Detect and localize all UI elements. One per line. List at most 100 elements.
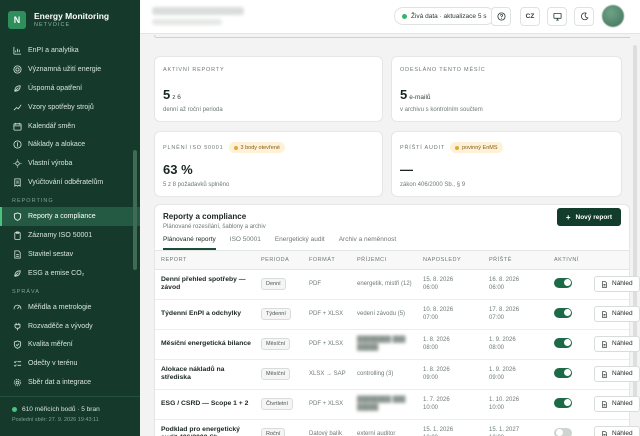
sidebar-scrollbar[interactable] — [133, 150, 137, 270]
sidebar-item-vzory-spotreby-stroju[interactable]: Vzory spotřeby strojů — [0, 98, 140, 117]
active-toggle[interactable] — [554, 367, 572, 378]
next-run-cell: 17. 8. 2026 07:00 — [483, 299, 548, 330]
plug-icon — [12, 321, 22, 331]
sidebar-item-label: Náklady a alokace — [28, 141, 86, 149]
period-cell: Čtvrtletní — [255, 389, 303, 420]
report-name: Podklad pro energetický audit 406/2000 S… — [155, 419, 255, 436]
sidebar-item-label: Vlastní výroba — [28, 160, 73, 168]
preview-button[interactable]: Náhled — [594, 366, 640, 382]
tab-energy-audit[interactable]: Energetický audit — [275, 234, 325, 250]
sidebar-item-vyznamna-uziti-energie[interactable]: Významná užití energie — [0, 60, 140, 79]
sidebar-item-label: EnPI a analytika — [28, 46, 79, 54]
sidebar-item-rozvadece-a-vyvody[interactable]: Rozvaděče a vývody — [0, 317, 140, 336]
sidebar-item-meridla-a-metrologie[interactable]: Měřidla a metrologie — [0, 298, 140, 317]
sidebar-item-vlastni-vyroba[interactable]: Vlastní výroba — [0, 154, 140, 173]
sidebar-item-kvalita-mereni[interactable]: Kvalita měření — [0, 335, 140, 354]
active-toggle[interactable] — [554, 337, 572, 348]
trend-icon — [12, 102, 22, 112]
table-row[interactable]: ESG / CSRD — Scope 1 + 2 Čtvrtletní PDF + … — [155, 389, 640, 420]
sidebar-item-label: Významná užití energie — [28, 65, 102, 73]
reports-table: REPORT PERIODA FORMÁT PŘÍJEMCI NAPOSLEDY PŘÍŠ… — [155, 251, 640, 436]
period-badge: Roční — [261, 428, 286, 436]
period-cell: Měsíční — [255, 359, 303, 390]
active-toggle[interactable] — [554, 307, 572, 318]
recipients-cell: externí auditor — [351, 419, 417, 436]
next-run-cell: 16. 8. 2026 06:00 — [483, 269, 548, 300]
document-icon — [602, 340, 607, 348]
coin-icon — [12, 140, 22, 150]
active-toggle[interactable] — [554, 397, 572, 408]
sidebar-item-label: Kvalita měření — [28, 341, 73, 349]
page-subtitle-redacted — [152, 19, 222, 25]
sidebar-item-stavitel-sestav[interactable]: Stavitel sestav — [0, 245, 140, 264]
reports-panel: Reporty a compliance Plánované rozesílán… — [154, 204, 640, 436]
tab-archive[interactable]: Archiv a neměnnost — [339, 234, 396, 250]
preview-button[interactable]: Náhled — [594, 276, 640, 292]
table-row[interactable]: Týdenní EnPI a odchylky Týdenní PDF + XLSX… — [155, 299, 640, 330]
sidebar-item-label: Odečty v terénu — [28, 360, 78, 368]
live-dot-icon — [402, 13, 407, 19]
sidebar-item-naklady-a-alokace[interactable]: Náklady a alokace — [0, 135, 140, 154]
sidebar-item-zaznamy-iso-50001[interactable]: Záznamy ISO 50001 — [0, 226, 140, 245]
table-row[interactable]: Denní přehled spotřeby — závod Denní PDF en… — [155, 269, 640, 300]
preview-button[interactable]: Náhled — [594, 396, 640, 412]
format-cell: PDF + XLSX — [303, 299, 351, 330]
sidebar-item-sber-dat-a-integrace[interactable]: Sběr dat a integrace — [0, 373, 140, 392]
sidebar-item-kalendar-smen[interactable]: Kalendář směn — [0, 117, 140, 136]
column-header — [588, 251, 629, 270]
display-button[interactable] — [547, 7, 567, 26]
app-logo: N — [8, 11, 26, 29]
last-run-cell: 15. 1. 202610:00 — [417, 419, 483, 436]
preview-cell: Náhled — [588, 269, 640, 300]
help-button[interactable] — [491, 7, 511, 26]
sidebar-item-label: Kalendář směn — [28, 122, 76, 130]
preview-cell: Náhled — [588, 389, 640, 420]
kpi-label: PLNĚNÍ ISO 50001 3 body otevřené — [163, 142, 285, 153]
preview-button[interactable]: Náhled — [594, 336, 640, 352]
document-icon — [602, 280, 607, 288]
brand[interactable]: N Energy Monitoring NETVOICE — [8, 11, 109, 29]
tab-iso-50001[interactable]: ISO 50001 — [230, 234, 261, 250]
active-toggle[interactable] — [554, 277, 572, 288]
report-name: ESG / CSRD — Scope 1 + 2 — [155, 389, 255, 420]
sidebar-item-label: Měřidla a metrologie — [28, 303, 92, 311]
sidebar-item-esg-a-emise-co[interactable]: ESG a emise CO₂ — [0, 264, 140, 283]
sidebar-item-reporty-a-compliance[interactable]: Reporty a compliance — [0, 207, 140, 227]
preview-button[interactable]: Náhled — [594, 306, 640, 322]
last-run-cell: 15. 8. 2026 06:00 — [417, 269, 483, 300]
preview-cell: Náhled — [588, 299, 640, 330]
user-avatar[interactable] — [602, 5, 624, 27]
live-data-indicator[interactable]: Živá data · aktualizace 5 s — [394, 7, 495, 25]
active-cell — [548, 419, 588, 436]
sidebar-item-usporna-opatreni[interactable]: Úsporná opatření — [0, 79, 140, 98]
document-icon — [602, 430, 607, 436]
period-badge: Čtvrtletní — [261, 398, 294, 410]
recipients-redacted: ████████ ███ █████ — [357, 337, 406, 351]
period-cell: Roční — [255, 419, 303, 436]
sidebar-item-enpi-a-analytika[interactable]: EnPI a analytika — [0, 41, 140, 60]
shield-icon — [12, 212, 22, 222]
table-row[interactable]: Měsíční energetická bilance Měsíční PDF + … — [155, 329, 640, 360]
status-dot — [12, 407, 17, 412]
language-button[interactable]: CZ — [520, 7, 540, 26]
kpi-note: denní až roční perioda — [163, 107, 223, 113]
sidebar-item-label: Vzory spotřeby strojů — [28, 103, 94, 111]
column-header: PERIODA — [255, 251, 303, 270]
active-toggle[interactable] — [554, 427, 572, 436]
sidebar-item-vyuctovani-odberatelum[interactable]: Vyúčtování odběratelům — [0, 173, 140, 192]
report-name: Alokace nákladů na střediska — [155, 359, 255, 390]
table-row[interactable]: Alokace nákladů na střediska Měsíční XLSX … — [155, 359, 640, 390]
theme-toggle-button[interactable] — [574, 7, 594, 26]
next-run-cell: 1. 9. 2026 08:00 — [483, 329, 548, 360]
preview-button[interactable]: Náhled — [594, 426, 640, 436]
format-cell: PDF + XLSX — [303, 389, 351, 420]
tab-scheduled-reports[interactable]: Plánované reporty — [163, 234, 216, 250]
period-badge: Týdenní — [261, 308, 291, 320]
sidebar-item-odecty-v-terenu[interactable]: Odečty v terénu — [0, 354, 140, 373]
calendar-icon — [12, 121, 22, 131]
report-name: Týdenní EnPI a odchylky — [155, 299, 255, 330]
new-report-button[interactable]: + Nový report — [556, 208, 621, 226]
alert-strip — [154, 35, 630, 38]
main-content: AKTIVNÍ REPORTY 5z 6 denní až roční peri… — [140, 35, 640, 436]
table-row[interactable]: Podklad pro energetický audit 406/2000 S… — [155, 419, 640, 436]
